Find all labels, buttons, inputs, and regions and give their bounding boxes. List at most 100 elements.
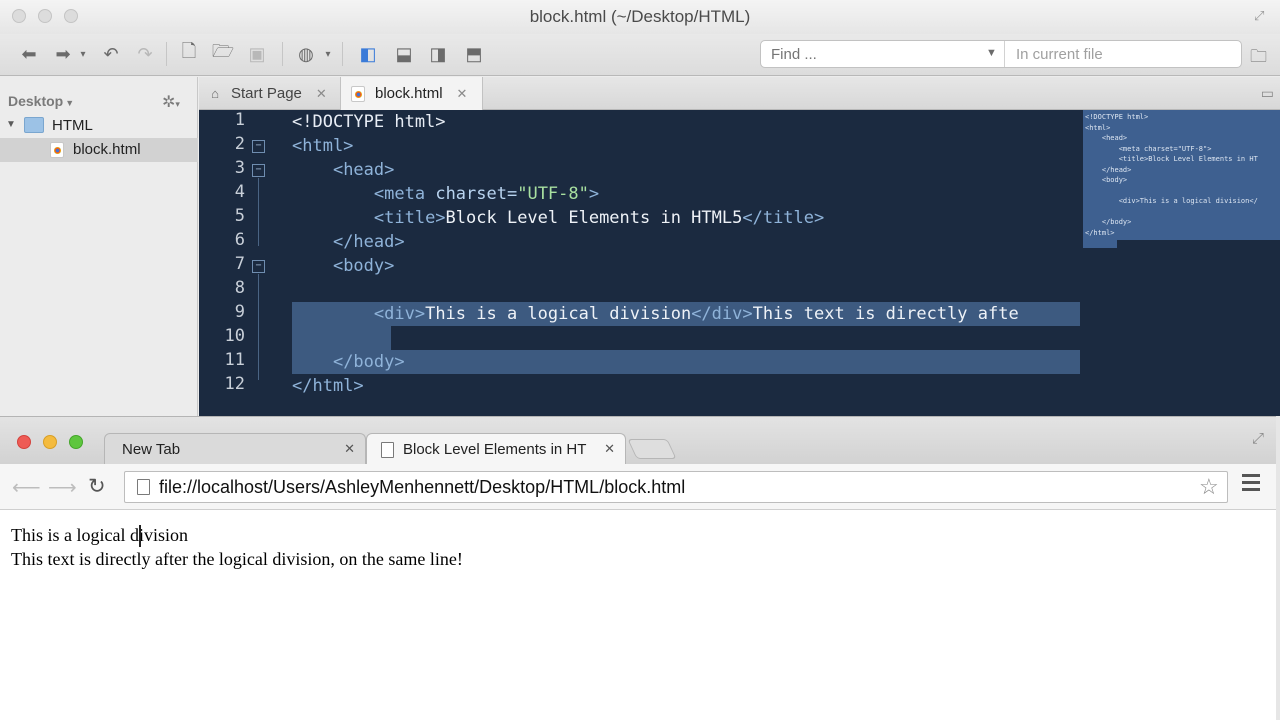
fullscreen-icon[interactable]: ⤢ <box>1252 430 1264 447</box>
fullscreen-icon[interactable]: ⤢ <box>1254 8 1270 24</box>
line-number: 4 <box>234 182 245 202</box>
find-scope-label[interactable]: In current file <box>1016 46 1103 63</box>
tab-block-html[interactable]: block.html ✕ <box>340 77 483 110</box>
home-icon: ⌂ <box>211 86 219 101</box>
toolbar-separator <box>166 42 167 66</box>
tab-title: New Tab <box>122 441 181 458</box>
sidebar-item-label: HTML <box>52 117 93 134</box>
code-line[interactable]: <html> <box>292 134 353 158</box>
new-file-icon[interactable]: 🗋 <box>176 40 202 68</box>
fold-toggle-icon[interactable]: − <box>252 260 265 273</box>
line-number: 9 <box>234 302 245 322</box>
page-icon <box>137 479 150 495</box>
scrollbar-track[interactable] <box>1276 416 1280 720</box>
sidebar-file-block-html[interactable]: block.html <box>0 138 198 162</box>
editor-titlebar: block.html (~/Desktop/HTML) ⤢ <box>0 0 1280 34</box>
minimize-window-button[interactable] <box>43 435 57 449</box>
minimap-tail <box>1083 240 1117 248</box>
code-minimap[interactable]: <!DOCTYPE html> <html> <head> <meta chars… <box>1083 110 1280 240</box>
hamburger-menu-icon[interactable] <box>1242 474 1260 495</box>
toggle-right-panel-icon[interactable]: ◨ <box>424 40 452 68</box>
preview-globe-icon[interactable]: ◍ <box>292 40 320 68</box>
find-options-dropdown-icon[interactable]: ▼ <box>986 47 997 59</box>
minimap-line: </body> <box>1085 218 1132 226</box>
content-line-div: This is a logical division <box>11 525 188 545</box>
minimap-line: <body> <box>1085 176 1128 184</box>
forward-arrow-icon[interactable]: ➡ <box>50 40 76 68</box>
tab-label: block.html <box>375 85 443 102</box>
minimap-line: </head> <box>1085 165 1132 174</box>
split-view-icon[interactable]: ⬒ <box>460 40 488 68</box>
forward-arrow-icon[interactable]: ⟶ <box>48 475 77 500</box>
minimap-line: <title>Block Level Elements in HT <box>1085 155 1258 163</box>
line-number: 12 <box>224 374 245 394</box>
code-line[interactable]: </html> <box>292 374 364 398</box>
fold-guide <box>258 178 259 246</box>
editor-tab-bar: ⌂ Start Page ✕ block.html ✕ ▭ <box>199 77 1280 110</box>
code-line[interactable]: </body> <box>292 350 405 374</box>
url-text[interactable]: file://localhost/Users/AshleyMenhennett/… <box>159 477 685 498</box>
back-arrow-icon[interactable]: ⟵ <box>12 475 41 500</box>
line-number: 10 <box>224 326 245 346</box>
zoom-window-button[interactable] <box>69 435 83 449</box>
close-tab-icon[interactable]: ✕ <box>344 441 355 457</box>
tab-start-page[interactable]: ⌂ Start Page ✕ <box>199 77 339 110</box>
text-cursor <box>139 525 141 547</box>
browser-tab-active[interactable]: Block Level Elements in HT ✕ <box>366 433 626 465</box>
line-number: 6 <box>234 230 245 250</box>
undo-icon[interactable]: ↶ <box>98 40 124 68</box>
new-tab-button[interactable] <box>627 439 677 459</box>
browser-window: New Tab ✕ Block Level Elements in HT ✕ ⤢… <box>0 416 1280 720</box>
sidebar-header-label: Desktop <box>8 93 64 109</box>
close-tab-icon[interactable]: ✕ <box>316 86 327 102</box>
tab-list-icon[interactable]: ▭ <box>1261 85 1274 102</box>
toggle-bottom-panel-icon[interactable]: ⬓ <box>390 40 418 68</box>
minimap-line: <html> <box>1085 123 1111 132</box>
line-number: 2 <box>234 134 245 154</box>
close-tab-icon[interactable]: ✕ <box>457 86 468 102</box>
find-field[interactable]: ▼ In current file <box>760 40 1242 68</box>
open-folder-icon[interactable]: 🗁 <box>210 40 236 68</box>
content-line-text: This text is directly after the logical … <box>11 549 463 569</box>
code-line[interactable]: <!DOCTYPE html> <box>292 110 446 134</box>
minimap-line: </html> <box>1085 228 1115 237</box>
toggle-sidebar-icon[interactable]: ◧ <box>354 40 382 68</box>
line-number: 1 <box>234 110 245 130</box>
toolbar-separator <box>282 42 283 66</box>
minimap-line: <div>This is a logical division</ <box>1085 197 1258 205</box>
redo-icon[interactable]: ↷ <box>132 40 158 68</box>
save-icon[interactable]: ▣ <box>244 40 270 68</box>
gear-icon[interactable]: ✲▾ <box>162 92 180 112</box>
code-line[interactable]: <head> <box>292 158 394 182</box>
close-tab-icon[interactable]: ✕ <box>604 441 615 457</box>
code-editor[interactable]: 1 2 3 4 5 6 7 8 9 10 11 12 − − − <!DOCTY… <box>199 110 1280 416</box>
bookmark-star-icon[interactable]: ☆ <box>1199 474 1219 500</box>
browser-tab-new-tab[interactable]: New Tab ✕ <box>104 433 366 465</box>
minimap-line: <head> <box>1085 134 1128 142</box>
editor-window-title: block.html (~/Desktop/HTML) <box>529 7 751 26</box>
sidebar-folder-html[interactable]: ▼ HTML <box>0 114 198 138</box>
code-line[interactable]: <body> <box>292 254 394 278</box>
preview-dropdown-icon[interactable]: ▾ <box>322 40 334 68</box>
code-line[interactable]: <div>This is a logical division</div>Thi… <box>292 302 1080 326</box>
toolbar-separator <box>342 42 343 66</box>
code-line[interactable]: </head> <box>292 230 405 254</box>
disclosure-triangle-icon[interactable]: ▼ <box>6 119 16 130</box>
sidebar-location-dropdown[interactable]: Desktop ▼ <box>8 93 74 109</box>
tab-title: Block Level Elements in HT <box>403 441 587 458</box>
close-window-button[interactable] <box>17 435 31 449</box>
history-dropdown-icon[interactable]: ▾ <box>77 40 89 68</box>
code-line[interactable]: <title>Block Level Elements in HTML5</ti… <box>292 206 824 230</box>
fold-toggle-icon[interactable]: − <box>252 164 265 177</box>
fold-toggle-icon[interactable]: − <box>252 140 265 153</box>
sidebar-item-label: block.html <box>73 141 141 158</box>
browser-tab-strip: New Tab ✕ Block Level Elements in HT ✕ ⤢ <box>0 416 1280 465</box>
code-line[interactable]: <meta charset="UTF-8"> <box>292 182 599 206</box>
reload-icon[interactable]: ↻ <box>88 474 106 499</box>
project-folder-icon[interactable]: 🗀 <box>1250 44 1267 73</box>
line-number: 5 <box>234 206 245 226</box>
line-number: 3 <box>234 158 245 178</box>
back-arrow-icon[interactable]: ⬅ <box>16 40 42 68</box>
find-input[interactable] <box>771 46 981 63</box>
address-bar[interactable]: file://localhost/Users/AshleyMenhennett/… <box>124 471 1228 503</box>
